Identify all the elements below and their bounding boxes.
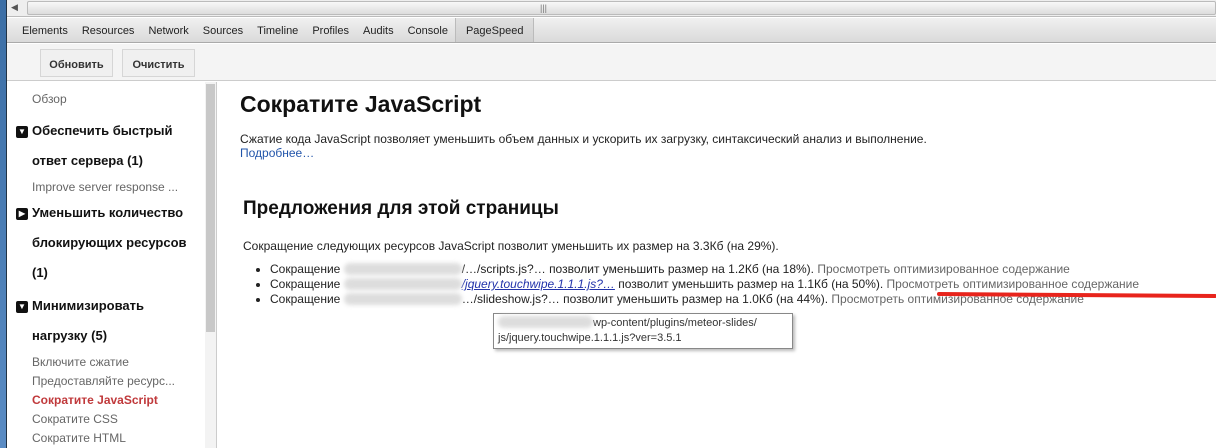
toolbar: Обновить Очистить bbox=[7, 44, 1216, 81]
redacted-url bbox=[343, 278, 462, 290]
url-tooltip: wp-content/plugins/meteor-slides/ js/jqu… bbox=[493, 313, 793, 349]
tab-profiles[interactable]: Profiles bbox=[305, 18, 356, 42]
sidebar-group-blocking-resources[interactable]: ▶ Уменьшить количество блокирующих ресурс… bbox=[16, 198, 196, 288]
item-text: позволит уменьшить размер на 1.0Кб (на 4… bbox=[563, 292, 829, 306]
group-label: Обеспечить быстрый bbox=[32, 123, 173, 138]
tab-resources[interactable]: Resources bbox=[75, 18, 142, 42]
sidebar-item-improve-server[interactable]: Improve server response ... bbox=[32, 180, 178, 194]
sidebar-item-minify-js[interactable]: Сократите JavaScript bbox=[32, 393, 158, 407]
scrollbar-thumb[interactable] bbox=[206, 84, 215, 332]
sidebar-group-minimize-payload[interactable]: ▼ Минимизировать нагрузку (5) bbox=[16, 291, 196, 351]
tab-console[interactable]: Console bbox=[401, 18, 455, 42]
list-item: Сокращение /…/scripts.js?… позволит умен… bbox=[270, 262, 1139, 277]
tab-pagespeed[interactable]: PageSpeed bbox=[454, 18, 535, 42]
item-prefix: Сокращение bbox=[270, 292, 341, 306]
expand-icon[interactable]: ▶ bbox=[16, 208, 28, 220]
tab-sources[interactable]: Sources bbox=[196, 18, 250, 42]
suggestion-list: Сокращение /…/scripts.js?… позволит умен… bbox=[270, 262, 1139, 307]
item-text: позволит уменьшить размер на 1.2Кб (на 1… bbox=[549, 262, 815, 276]
sidebar: Обзор ▼ Обеспечить быстрый ответ сервера … bbox=[7, 82, 217, 448]
file-name: …/slideshow.js?… bbox=[461, 292, 560, 306]
view-optimized-link[interactable]: Просмотреть оптимизированное содержание bbox=[817, 262, 1070, 276]
group-label: Уменьшить количество bbox=[32, 205, 184, 220]
clear-button[interactable]: Очистить bbox=[122, 49, 195, 77]
tab-elements[interactable]: Elements bbox=[15, 18, 75, 42]
redacted-url bbox=[343, 263, 462, 275]
tooltip-line: wp-content/plugins/meteor-slides/ bbox=[593, 317, 757, 329]
item-text: позволит уменьшить размер на 1.1Кб (на 5… bbox=[618, 277, 884, 291]
group-label: ответ сервера (1) bbox=[32, 153, 143, 168]
window-edge bbox=[0, 0, 7, 448]
item-prefix: Сокращение bbox=[270, 277, 341, 291]
collapse-icon[interactable]: ▼ bbox=[16, 301, 28, 313]
grip-icon: ||| bbox=[540, 3, 548, 13]
tab-network[interactable]: Network bbox=[141, 18, 195, 42]
page-title: Сократите JavaScript bbox=[240, 91, 482, 117]
refresh-button[interactable]: Обновить bbox=[40, 49, 113, 77]
tab-audits[interactable]: Audits bbox=[356, 18, 401, 42]
redacted-url bbox=[498, 316, 593, 328]
list-item: Сокращение /jquery.touchwipe.1.1.1.js?… … bbox=[270, 277, 1139, 292]
tooltip-line: js/jquery.touchwipe.1.1.1.js?ver=3.5.1 bbox=[498, 332, 682, 344]
devtools-tabs: Elements Resources Network Sources Timel… bbox=[7, 18, 1216, 43]
sidebar-scrollbar[interactable] bbox=[205, 82, 216, 448]
sidebar-item-minify-html[interactable]: Сократите HTML bbox=[32, 431, 126, 445]
tab-timeline[interactable]: Timeline bbox=[250, 18, 305, 42]
view-optimized-link[interactable]: Просмотреть оптимизированное содержание bbox=[887, 277, 1140, 291]
sidebar-item-minify-css[interactable]: Сократите CSS bbox=[32, 412, 118, 426]
sidebar-item-compression[interactable]: Включите сжатие bbox=[32, 355, 129, 369]
group-label: Минимизировать bbox=[32, 298, 145, 313]
group-label: нагрузку (5) bbox=[32, 328, 108, 343]
group-label: (1) bbox=[32, 265, 48, 280]
group-label: блокирующих ресурсов bbox=[32, 235, 187, 250]
horizontal-scrollbar[interactable]: ◀ ||| bbox=[7, 0, 1216, 17]
description: Сжатие кода JavaScript позволяет уменьши… bbox=[240, 132, 927, 146]
summary-text: Сокращение следующих ресурсов JavaScript… bbox=[243, 239, 779, 253]
collapse-icon[interactable]: ▼ bbox=[16, 126, 28, 138]
scrollbar-thumb[interactable]: ||| bbox=[27, 1, 1216, 15]
scroll-left-icon[interactable]: ◀ bbox=[11, 2, 18, 13]
main-content: Сократите JavaScript Сжатие кода JavaScr… bbox=[240, 82, 1216, 349]
file-link[interactable]: /jquery.touchwipe.1.1.1.js?… bbox=[462, 277, 615, 291]
sidebar-item-resources[interactable]: Предоставляйте ресурс... bbox=[32, 374, 175, 388]
redacted-url bbox=[343, 293, 462, 305]
item-prefix: Сокращение bbox=[270, 262, 341, 276]
file-name: /…/scripts.js?… bbox=[461, 262, 546, 276]
sidebar-group-server-response[interactable]: ▼ Обеспечить быстрый ответ сервера (1) bbox=[16, 116, 196, 176]
sidebar-item-overview[interactable]: Обзор bbox=[32, 92, 67, 106]
section-title: Предложения для этой страницы bbox=[243, 198, 559, 219]
learn-more-link[interactable]: Подробнее… bbox=[240, 146, 1216, 160]
